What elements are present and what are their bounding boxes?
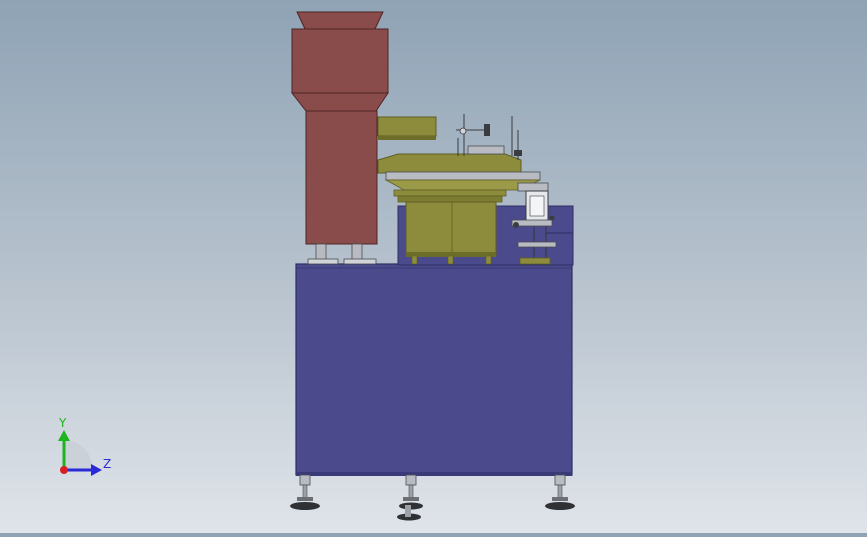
triad-quadrant xyxy=(64,439,93,470)
hopper xyxy=(290,11,389,245)
y-axis-label: Y xyxy=(58,416,67,430)
z-axis-label: Z xyxy=(103,457,111,471)
bowl-top-fixtures xyxy=(456,114,522,160)
y-axis-arrowhead xyxy=(58,430,70,441)
hopper-supports xyxy=(307,243,377,265)
leveling-foot-left xyxy=(290,474,320,510)
leveling-foot-center xyxy=(397,474,423,521)
cad-model-scene[interactable]: Y Z xyxy=(0,0,867,533)
feed-chute xyxy=(377,116,437,140)
leveling-foot-right xyxy=(545,474,575,510)
x-axis-origin-dot xyxy=(60,466,68,474)
machine-cabinet xyxy=(295,263,573,476)
orientation-triad[interactable]: Y Z xyxy=(58,416,111,476)
cad-viewport[interactable]: Y Z xyxy=(0,0,867,533)
z-axis-arrowhead xyxy=(91,464,102,476)
